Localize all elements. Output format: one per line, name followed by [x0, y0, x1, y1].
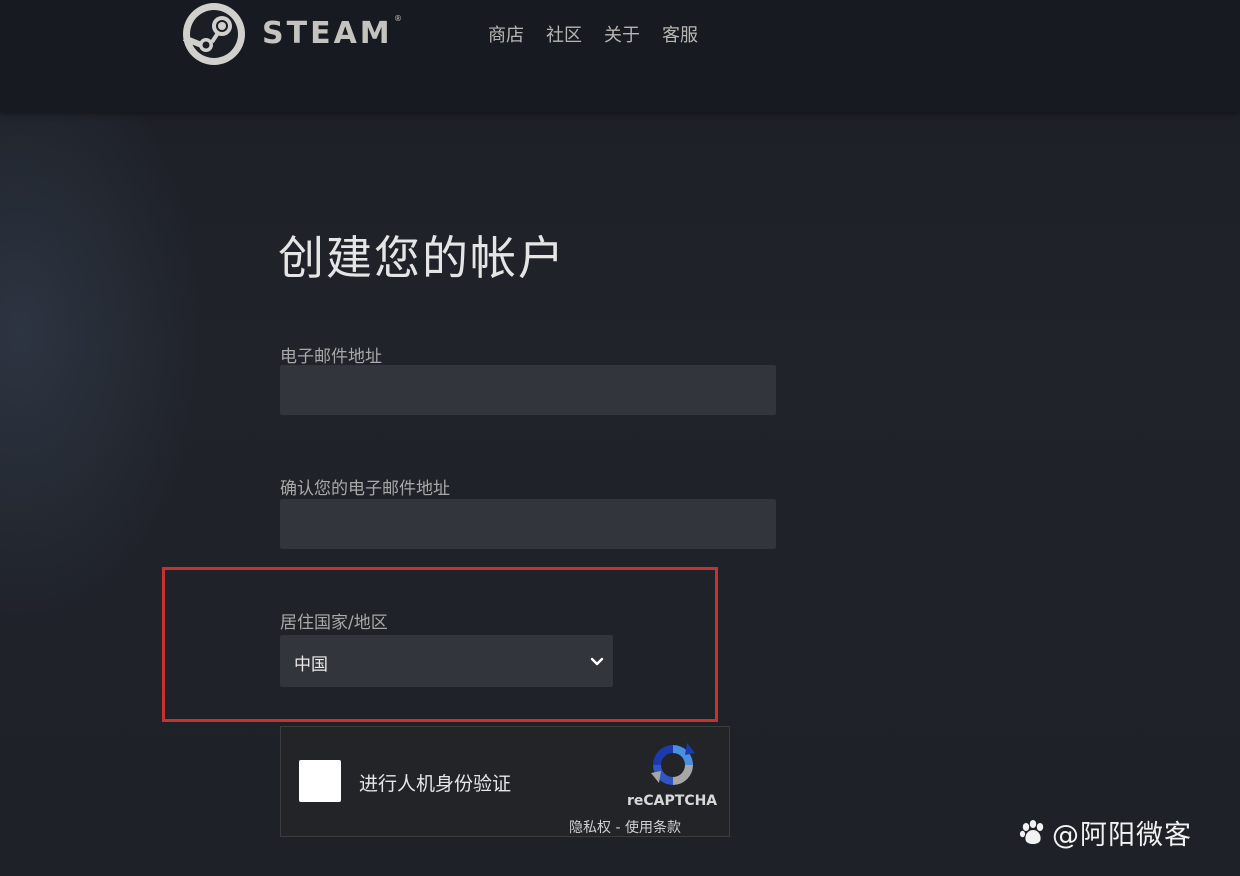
email-field[interactable]	[280, 365, 776, 415]
country-select[interactable]: 中国	[280, 635, 613, 687]
page-title: 创建您的帐户	[278, 231, 566, 285]
paw-icon	[1019, 820, 1044, 844]
confirm-email-field[interactable]	[280, 499, 776, 549]
terms-link[interactable]: 使用条款	[625, 820, 681, 836]
nav-store[interactable]: 商店	[488, 24, 524, 48]
country-select-value: 中国	[294, 655, 328, 675]
steam-logo[interactable]: STEAM ®	[182, 2, 412, 68]
recaptcha-brand: reCAPTCHA	[627, 793, 718, 809]
page: STEAM ® 商店 社区 关于 客服 创建您的帐户 电子邮件地址 确认您的电子…	[0, 0, 1240, 876]
recaptcha-checkbox[interactable]	[299, 760, 341, 802]
privacy-link[interactable]: 隐私权	[569, 820, 611, 836]
nav-support[interactable]: 客服	[662, 24, 698, 48]
recaptcha-label: 进行人机身份验证	[359, 773, 512, 795]
chevron-down-icon	[590, 657, 604, 666]
confirm-email-label: 确认您的电子邮件地址	[280, 479, 450, 499]
country-label: 居住国家/地区	[280, 613, 388, 633]
steam-logo-icon	[182, 3, 245, 65]
recaptcha-logo-icon	[651, 743, 695, 785]
email-label: 电子邮件地址	[280, 347, 382, 367]
recaptcha-links: 隐私权 - 使用条款	[569, 817, 681, 837]
links-separator: -	[611, 820, 625, 836]
watermark: @阿阳微客	[1018, 812, 1192, 852]
main-nav: 商店 社区 关于 客服	[488, 24, 698, 48]
site-header: STEAM ® 商店 社区 关于 客服	[0, 0, 1240, 112]
nav-about[interactable]: 关于	[604, 24, 640, 48]
trademark-symbol: ®	[394, 14, 402, 23]
recaptcha-widget: 进行人机身份验证 reCAPTCHA 隐私权 - 使用条款	[280, 726, 730, 837]
steam-wordmark: STEAM	[262, 16, 393, 51]
watermark-text: @阿阳微客	[1052, 819, 1192, 851]
nav-community[interactable]: 社区	[546, 24, 582, 48]
